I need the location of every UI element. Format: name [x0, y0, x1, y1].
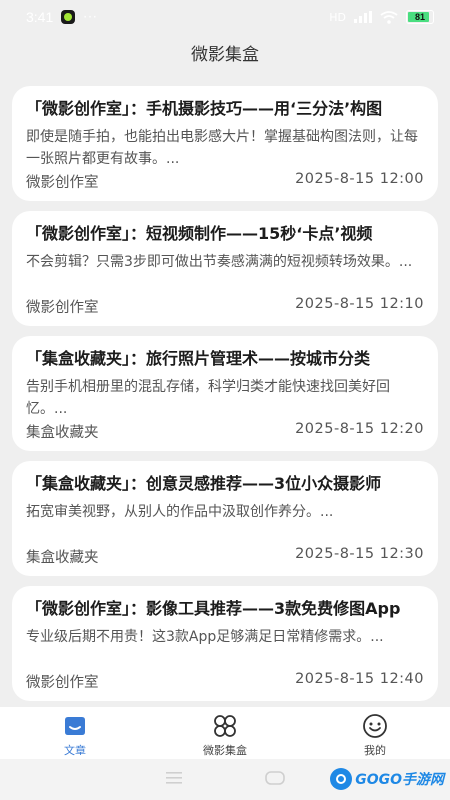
- battery-icon: 81: [406, 10, 434, 24]
- article-date: 2025-8-15 12:20: [295, 421, 424, 437]
- watermark-logo-icon: [330, 768, 353, 790]
- smiley-icon: [362, 713, 388, 739]
- watermark: GOGO手游网: [330, 768, 444, 790]
- watermark-text: GOGO手游网: [355, 772, 444, 788]
- tab-label: 文章: [64, 744, 86, 757]
- battery-level: 81: [414, 12, 425, 22]
- article-card[interactable]: 「微影创作室」：短视频制作——15秒‘卡点’视频 不会剪辑？只需3步即可做出节奏…: [12, 211, 438, 326]
- status-right: HD 81: [329, 10, 434, 24]
- tab-profile[interactable]: 我的: [300, 707, 450, 759]
- article-source: 微影创作室: [26, 300, 99, 316]
- article-footer: 集盒收藏夹 2025-8-15 12:20: [26, 421, 424, 442]
- article-date: 2025-8-15 12:30: [295, 546, 424, 562]
- article-source: 集盒收藏夹: [26, 550, 99, 566]
- article-title: 「微影创作室」：手机摄影技巧——用‘三分法’构图: [26, 99, 383, 118]
- network-label: HD: [329, 10, 346, 24]
- article-title: 「集盒收藏夹」：旅行照片管理术——按城市分类: [26, 349, 371, 368]
- article-source: 集盒收藏夹: [26, 425, 99, 441]
- article-source: 微影创作室: [26, 175, 99, 191]
- wifi-icon: [380, 10, 398, 24]
- grid-icon: [212, 713, 238, 739]
- article-list: 「微影创作室」：手机摄影技巧——用‘三分法’构图 即使是随手拍，也能拍出电影感大…: [12, 86, 438, 711]
- article-date: 2025-8-15 12:00: [295, 171, 424, 187]
- article-summary: 即使是随手拍，也能拍出电影感大片！掌握基础构图法则，让每一张照片都更有故事。..…: [26, 129, 418, 167]
- signal-icon: [354, 11, 372, 23]
- article-title: 「微影创作室」：影像工具推荐——3款免费修图App: [26, 599, 401, 618]
- article-card[interactable]: 「集盒收藏夹」：创意灵感推荐——3位小众摄影师 拓宽审美视野，从别人的作品中汲取…: [12, 461, 438, 576]
- menu-icon[interactable]: [164, 770, 184, 789]
- article-title: 「微影创作室」：短视频制作——15秒‘卡点’视频: [26, 224, 373, 243]
- page-title: 微影集盒: [191, 45, 259, 65]
- article-footer: 微影创作室 2025-8-15 12:10: [26, 296, 424, 317]
- article-summary: 不会剪辑？只需3步即可做出节奏感满满的短视频转场效果。...: [26, 254, 413, 270]
- article-source: 微影创作室: [26, 675, 99, 691]
- status-time: 3:41: [26, 9, 54, 25]
- tab-box[interactable]: 微影集盒: [150, 707, 300, 759]
- article-card[interactable]: 「集盒收藏夹」：旅行照片管理术——按城市分类 告别手机相册里的混乱存储，科学归类…: [12, 336, 438, 451]
- tab-label: 我的: [364, 744, 386, 757]
- article-footer: 微影创作室 2025-8-15 12:00: [26, 171, 424, 192]
- more-notifications-icon: ···: [83, 10, 98, 24]
- notification-icon: [61, 10, 76, 24]
- article-footer: 集盒收藏夹 2025-8-15 12:30: [26, 546, 424, 567]
- tab-label: 微影集盒: [203, 744, 247, 757]
- article-title: 「集盒收藏夹」：创意灵感推荐——3位小众摄影师: [26, 474, 382, 493]
- home-icon[interactable]: [264, 770, 286, 790]
- status-bar: 3:41 ··· HD 81: [0, 0, 450, 34]
- article-date: 2025-8-15 12:10: [295, 296, 424, 312]
- article-summary: 告别手机相册里的混乱存储，科学归类才能快速找回美好回忆。...: [26, 379, 390, 417]
- bottom-tab-bar: 文章 微影集盒 我的: [0, 707, 450, 759]
- article-card[interactable]: 「微影创作室」：影像工具推荐——3款免费修图App 专业级后期不用贵！这3款Ap…: [12, 586, 438, 701]
- article-footer: 微影创作室 2025-8-15 12:40: [26, 671, 424, 692]
- article-card[interactable]: 「微影创作室」：手机摄影技巧——用‘三分法’构图 即使是随手拍，也能拍出电影感大…: [12, 86, 438, 201]
- article-summary: 专业级后期不用贵！这3款App足够满足日常精修需求。...: [26, 629, 384, 645]
- status-left: 3:41 ···: [26, 9, 98, 25]
- article-date: 2025-8-15 12:40: [295, 671, 424, 687]
- tab-articles[interactable]: 文章: [0, 707, 150, 759]
- article-summary: 拓宽审美视野，从别人的作品中汲取创作养分。...: [26, 504, 334, 520]
- article-icon: [62, 713, 88, 739]
